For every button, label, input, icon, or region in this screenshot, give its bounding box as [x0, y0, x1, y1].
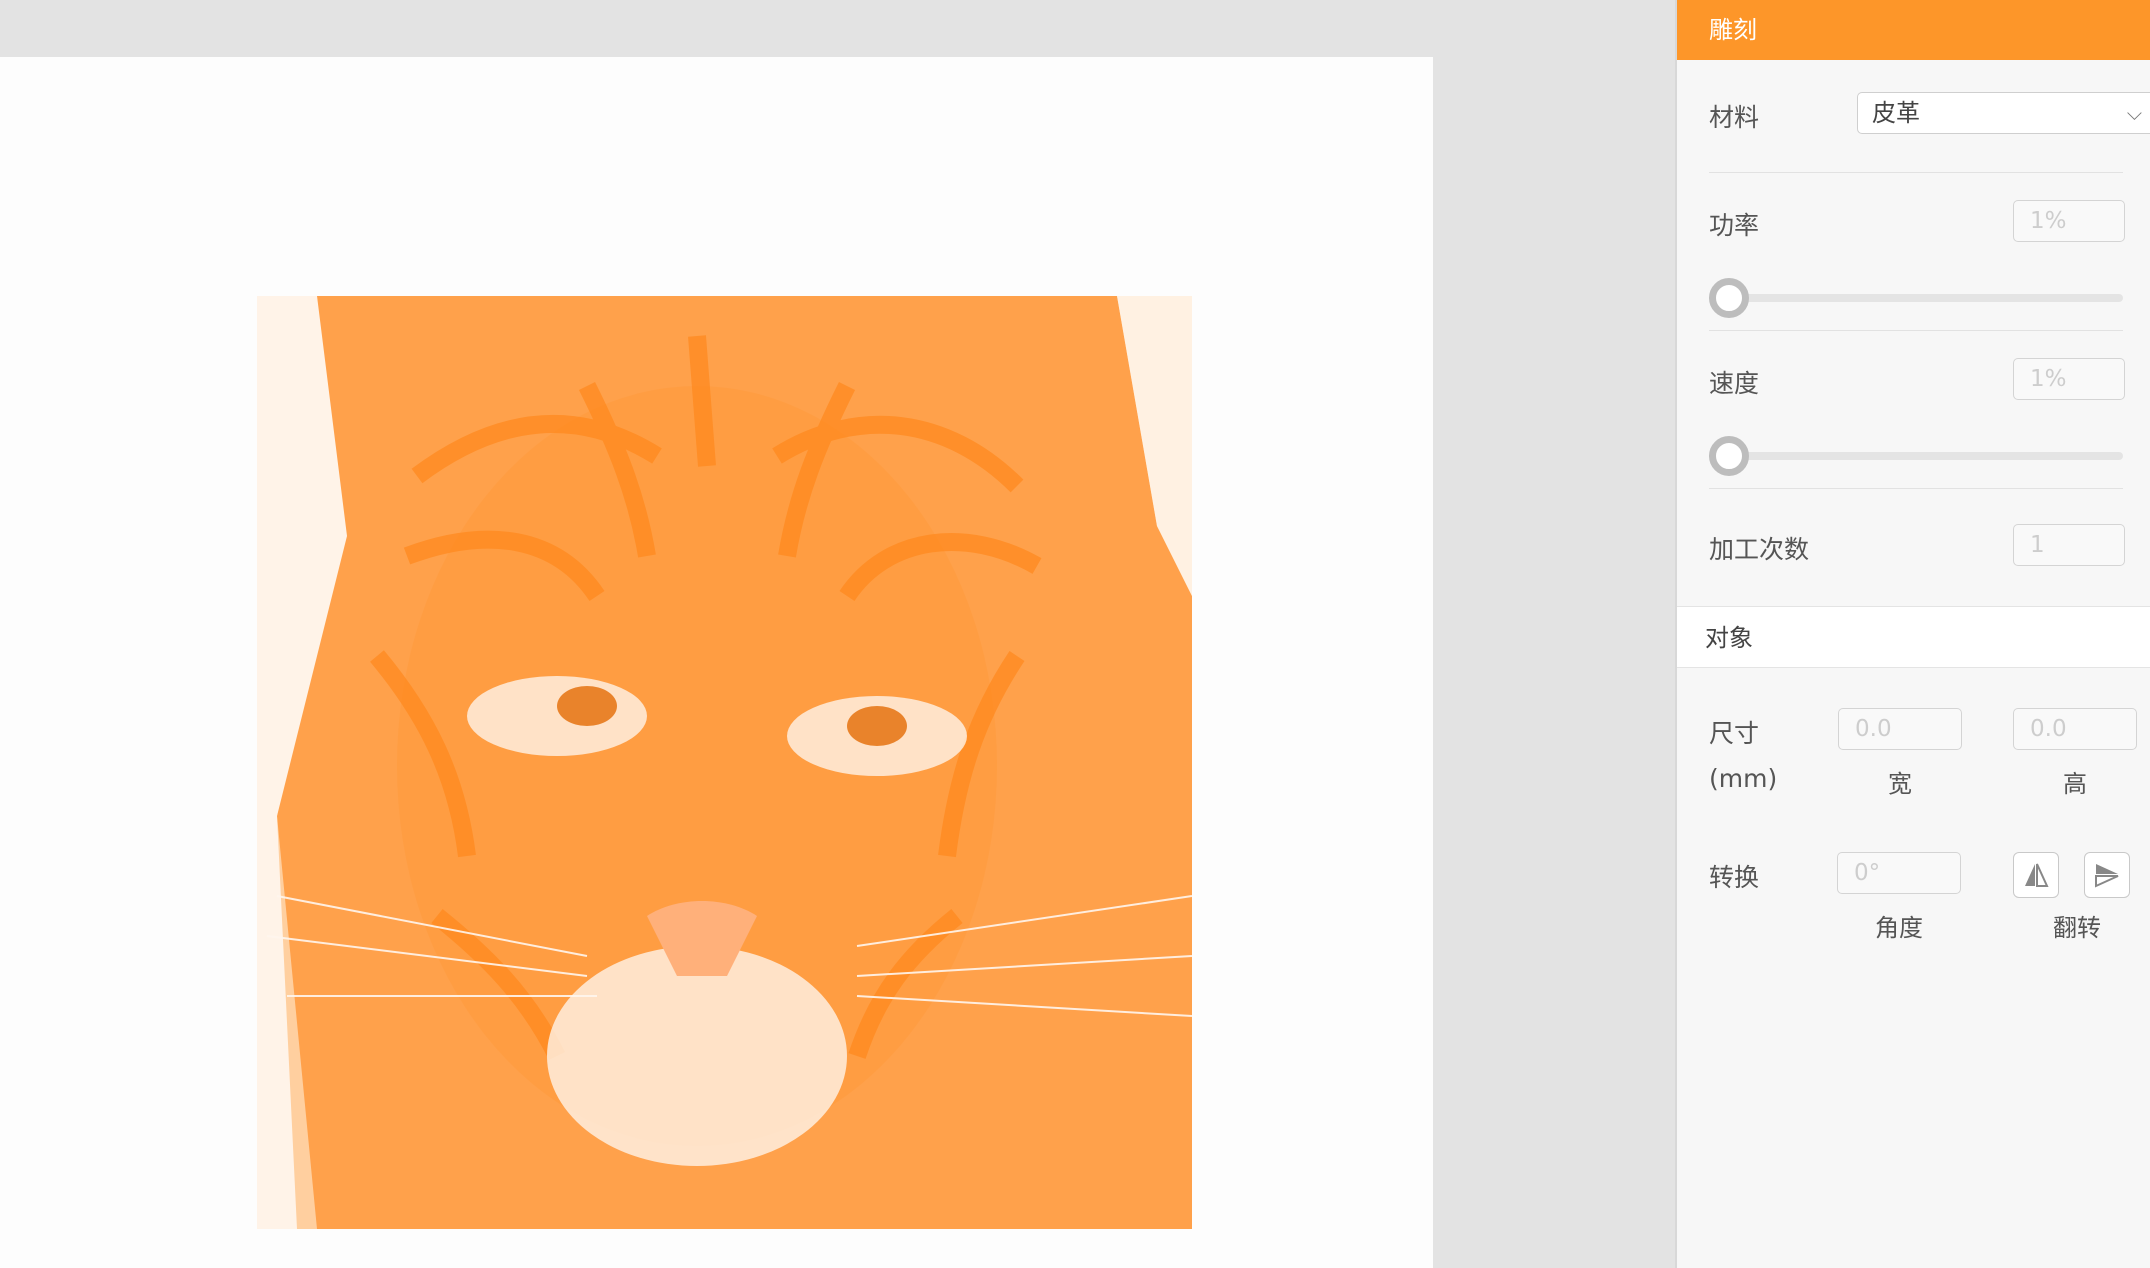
height-label: 高 — [2063, 770, 2087, 798]
power-slider-track[interactable] — [1709, 294, 2123, 302]
artboard[interactable] — [0, 57, 1433, 1268]
size-row: 尺寸 (mm) 0.0 0.0 宽 高 — [1709, 708, 2137, 808]
angle-label: 角度 — [1875, 914, 1923, 942]
flip-label: 翻转 — [2053, 914, 2101, 942]
tiger-image[interactable] — [257, 296, 1192, 1229]
chevron-down-icon: ⌵ — [2126, 101, 2142, 125]
material-row: 材料 皮革 ⌵ — [1709, 92, 2150, 136]
angle-input[interactable]: 0° — [1837, 852, 1961, 894]
power-label: 功率 — [1709, 211, 1760, 240]
height-input[interactable]: 0.0 — [2013, 708, 2137, 750]
speed-slider-handle[interactable] — [1709, 436, 1749, 476]
tiger-image-graphic — [257, 296, 1192, 1229]
material-value: 皮革 — [1872, 99, 1920, 127]
size-label: 尺寸 — [1709, 719, 1760, 748]
passes-input[interactable]: 1 — [2013, 524, 2125, 566]
flip-horizontal-button[interactable] — [2013, 852, 2059, 898]
object-section-title: 对象 — [1677, 606, 2150, 668]
speed-row: 速度 1% — [1709, 358, 2125, 402]
material-select[interactable]: 皮革 ⌵ — [1857, 92, 2150, 134]
panel-title: 雕刻 — [1677, 0, 2150, 60]
flip-vertical-icon — [2095, 864, 2119, 888]
material-label: 材料 — [1709, 103, 1760, 132]
power-slider[interactable] — [1709, 278, 2123, 318]
divider — [1709, 330, 2123, 331]
properties-panel: 雕刻 材料 皮革 ⌵ 功率 1% 速度 1% 加工次数 1 对象 尺寸 (mm)… — [1675, 0, 2150, 1268]
passes-label: 加工次数 — [1709, 535, 1810, 564]
power-row: 功率 1% — [1709, 200, 2125, 244]
power-input[interactable]: 1% — [2013, 200, 2125, 242]
speed-input[interactable]: 1% — [2013, 358, 2125, 400]
width-input[interactable]: 0.0 — [1838, 708, 1962, 750]
divider — [1709, 172, 2123, 173]
flip-vertical-button[interactable] — [2084, 852, 2130, 898]
transform-row: 转换 0° 角度 翻转 — [1709, 852, 2130, 952]
speed-slider-track[interactable] — [1709, 452, 2123, 460]
passes-row: 加工次数 1 — [1709, 524, 2125, 568]
speed-label: 速度 — [1709, 369, 1760, 398]
transform-label: 转换 — [1709, 863, 1760, 892]
width-label: 宽 — [1888, 770, 1912, 798]
power-slider-handle[interactable] — [1709, 278, 1749, 318]
flip-horizontal-icon — [2025, 863, 2049, 887]
size-unit-label: (mm) — [1709, 764, 1778, 793]
speed-slider[interactable] — [1709, 436, 2123, 476]
canvas-area[interactable] — [0, 0, 1675, 1268]
divider — [1709, 488, 2123, 489]
